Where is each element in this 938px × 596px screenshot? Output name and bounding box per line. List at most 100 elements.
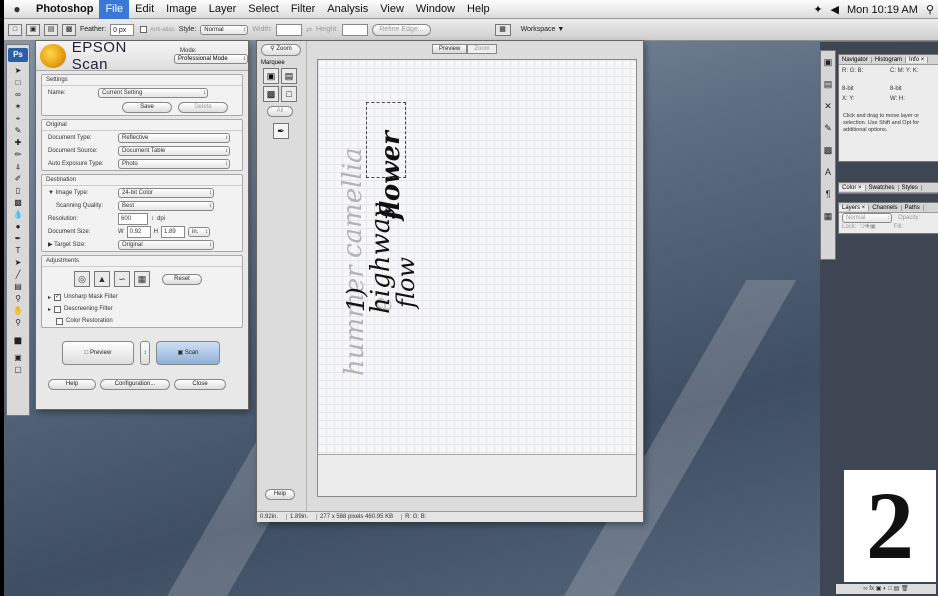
history-brush-icon[interactable]: ✐ bbox=[8, 173, 28, 184]
screen-mode-icon[interactable]: ▢ bbox=[8, 364, 28, 375]
style-select[interactable]: Normal bbox=[200, 24, 249, 35]
tab-histogram[interactable]: Histogram bbox=[872, 56, 907, 63]
image-type-select[interactable]: 24-bit Color bbox=[118, 187, 214, 198]
resolution-input[interactable]: 600 bbox=[118, 212, 148, 225]
color-balance-icon[interactable]: ▦ bbox=[134, 271, 150, 287]
brushes-icon[interactable]: ✎ bbox=[821, 117, 835, 139]
preview-button[interactable]: □ Preview bbox=[62, 341, 134, 365]
clone-stamp-icon[interactable]: ⍋ bbox=[8, 161, 28, 172]
brush-tool-icon[interactable]: ✏ bbox=[8, 149, 28, 160]
marquee-duplicate-icon[interactable]: ▤ bbox=[281, 68, 297, 84]
menu-analysis[interactable]: Analysis bbox=[321, 0, 374, 19]
intersect-selection-icon[interactable]: ▩ bbox=[62, 23, 76, 36]
histogram-icon[interactable]: ▲ bbox=[94, 271, 110, 287]
notes-tool-icon[interactable]: ▤ bbox=[8, 281, 28, 292]
tone-curve-icon[interactable]: ∽ bbox=[114, 271, 130, 287]
auto-exposure-select[interactable]: Photo bbox=[118, 158, 230, 169]
help-button[interactable]: Help bbox=[48, 379, 96, 390]
preview-options-icon[interactable]: ↕ bbox=[140, 341, 150, 365]
line-tool-icon[interactable]: ╱ bbox=[8, 269, 28, 280]
tab-layers[interactable]: Layers × bbox=[839, 204, 870, 211]
type-tool-icon[interactable]: T bbox=[8, 245, 28, 256]
tab-color[interactable]: Color × bbox=[839, 184, 866, 191]
eraser-tool-icon[interactable]: ▯ bbox=[8, 185, 28, 196]
selection-mode-icon[interactable]: ▣ bbox=[26, 23, 40, 36]
tab-navigator[interactable]: Navigator bbox=[839, 56, 872, 63]
menu-file[interactable]: File bbox=[99, 0, 130, 19]
descreening-row[interactable]: ▸ Descreening Filter bbox=[42, 303, 242, 315]
zoom-button[interactable]: ⚲ Zoom bbox=[261, 44, 301, 56]
auto-exposure-icon[interactable]: ◎ bbox=[74, 271, 90, 287]
height-input[interactable] bbox=[342, 23, 369, 36]
layer-comps-icon[interactable]: ▦ bbox=[821, 205, 835, 227]
tab-paths[interactable]: Paths bbox=[902, 204, 924, 211]
doc-height-input[interactable]: 1.89 bbox=[161, 225, 186, 238]
tools-cross-icon[interactable]: ✕ bbox=[821, 95, 835, 117]
settings-name-select[interactable]: Current Setting bbox=[98, 87, 208, 98]
workspace-menu[interactable]: Workspace ▼ bbox=[521, 26, 565, 33]
tab-swatches[interactable]: Swatches bbox=[866, 184, 899, 191]
volume-icon[interactable]: ◀ bbox=[831, 3, 839, 16]
slice-tool-icon[interactable]: ✎ bbox=[8, 125, 28, 136]
disclosure-triangle-icon[interactable]: ▸ bbox=[48, 306, 51, 313]
selection-marquee[interactable] bbox=[366, 102, 406, 178]
preview-help-button[interactable]: Help bbox=[265, 489, 295, 500]
bluetooth-icon[interactable]: ✦ bbox=[813, 3, 822, 16]
zoom-tool-icon[interactable]: ⚲ bbox=[8, 317, 28, 328]
marquee-delete-icon[interactable]: □ bbox=[281, 86, 297, 102]
lock-icons[interactable]: □∕✚▣ bbox=[860, 223, 875, 230]
tab-styles[interactable]: Styles bbox=[899, 184, 922, 191]
hand-tool-icon[interactable]: ✋ bbox=[8, 305, 28, 316]
all-button[interactable]: All bbox=[267, 106, 293, 117]
path-selection-icon[interactable]: ➤ bbox=[8, 257, 28, 268]
refine-edge-button[interactable]: Refine Edge... bbox=[372, 23, 431, 36]
anti-alias-checkbox[interactable]: Anti-alias bbox=[138, 24, 175, 36]
configuration-button[interactable]: Configuration... bbox=[100, 379, 170, 390]
crop-tool-icon[interactable]: ⌖ bbox=[8, 113, 28, 124]
menu-window[interactable]: Window bbox=[410, 0, 461, 19]
navigator-icon[interactable]: ▣ bbox=[821, 51, 835, 73]
menu-app-name[interactable]: Photoshop bbox=[30, 0, 99, 19]
menu-image[interactable]: Image bbox=[160, 0, 203, 19]
character-icon[interactable]: A bbox=[821, 161, 835, 183]
resolution-stepper-icon[interactable]: ↕ bbox=[151, 216, 154, 222]
unsharp-mask-checkbox[interactable]: ✓ bbox=[54, 293, 62, 301]
marquee-tool-icon[interactable]: □ bbox=[8, 77, 28, 88]
apple-menu-icon[interactable]: ● bbox=[4, 2, 30, 16]
dodge-tool-icon[interactable]: ● bbox=[8, 221, 28, 232]
color-restoration-row[interactable]: Color Restoration bbox=[42, 315, 242, 327]
auto-locate-icon[interactable]: ▩ bbox=[263, 86, 279, 102]
healing-brush-icon[interactable]: ✚ bbox=[8, 137, 28, 148]
menu-help[interactable]: Help bbox=[461, 0, 496, 19]
gradient-tool-icon[interactable]: ▩ bbox=[8, 197, 28, 208]
menu-view[interactable]: View bbox=[374, 0, 410, 19]
quick-mask-icon[interactable]: ▣ bbox=[8, 352, 28, 363]
document-source-select[interactable]: Document Table bbox=[118, 145, 230, 156]
spotlight-icon[interactable]: ⚲ bbox=[926, 3, 934, 16]
scan-button[interactable]: ▣ Scan bbox=[156, 341, 220, 365]
eyedropper-icon[interactable]: ✒ bbox=[273, 123, 289, 139]
clone-source-icon[interactable]: ▩ bbox=[821, 139, 835, 161]
descreening-checkbox[interactable] bbox=[54, 305, 62, 313]
marquee-create-icon[interactable]: ▣ bbox=[263, 68, 279, 84]
marquee-tool-icon[interactable]: □ bbox=[8, 23, 22, 36]
paragraph-icon[interactable]: ¶ bbox=[821, 183, 835, 205]
units-select[interactable]: in. bbox=[188, 226, 211, 237]
swap-icon[interactable]: ⇄ bbox=[306, 26, 312, 34]
save-button[interactable]: Save bbox=[122, 101, 172, 113]
menu-select[interactable]: Select bbox=[242, 0, 285, 19]
layers-bottom-icons[interactable]: ∞ fx ▣ ◐ □ ▤ 🗑 bbox=[836, 584, 936, 594]
scanning-quality-select[interactable]: Best bbox=[118, 200, 214, 211]
doc-width-input[interactable]: 0.92 bbox=[126, 225, 151, 238]
target-size-select[interactable]: Original bbox=[118, 239, 214, 250]
tab-preview[interactable]: Preview bbox=[432, 44, 468, 54]
reset-button[interactable]: Reset bbox=[162, 273, 202, 285]
menu-filter[interactable]: Filter bbox=[285, 0, 321, 19]
blend-mode-select[interactable]: Normal bbox=[842, 212, 892, 223]
color-swatches-icon[interactable]: ■ bbox=[8, 329, 28, 351]
tab-channels[interactable]: Channels bbox=[869, 204, 902, 211]
width-input[interactable] bbox=[276, 23, 303, 36]
magic-wand-icon[interactable]: ✶ bbox=[8, 101, 28, 112]
add-selection-icon[interactable]: ▤ bbox=[44, 23, 58, 36]
color-restoration-checkbox[interactable] bbox=[56, 317, 63, 325]
